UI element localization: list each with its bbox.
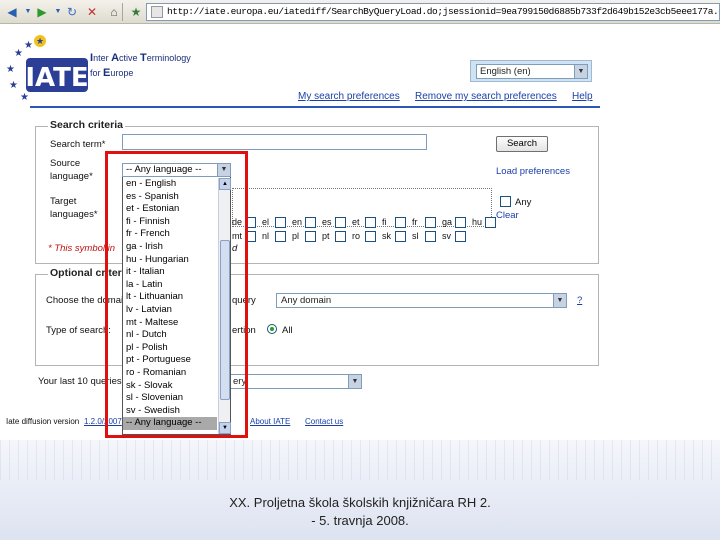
target-language-code: sv — [442, 231, 451, 241]
svg-text:★: ★ — [9, 80, 18, 91]
target-language-code: fr — [412, 217, 418, 227]
target-language-code: pt — [322, 231, 330, 241]
type-all-label: All — [282, 325, 293, 336]
clear-link[interactable]: Clear — [496, 210, 519, 221]
iate-logo-icon: ★ ★ ★ ★ ★ ★ IATE — [6, 35, 89, 100]
highlight-annotation — [105, 151, 248, 438]
my-search-preferences-link[interactable]: My search preferences — [298, 91, 400, 102]
svg-text:★: ★ — [6, 64, 15, 75]
domain-select[interactable]: Any domain ▼ — [276, 293, 567, 308]
target-language-checkbox[interactable] — [305, 231, 316, 242]
back-icon[interactable]: ◀ — [4, 4, 20, 20]
target-language-checkbox[interactable] — [455, 231, 466, 242]
target-language-checkbox[interactable] — [395, 217, 406, 228]
contact-us-link[interactable]: Contact us — [305, 417, 343, 426]
target-language-checkbox[interactable] — [485, 217, 496, 228]
header-divider — [30, 106, 600, 108]
target-languages-label-1: Target — [50, 196, 77, 207]
target-language-checkbox[interactable] — [455, 217, 466, 228]
slide-caption-line-2: - 5. travnja 2008. — [311, 513, 409, 528]
help-link[interactable]: Help — [572, 91, 593, 102]
target-language-checkbox[interactable] — [365, 231, 376, 242]
target-languages-label-2: languages* — [50, 209, 98, 220]
iate-page: ★ ★ ★ ★ ★ ★ IATE Inter Active Terminolog… — [0, 24, 604, 440]
chevron-down-icon[interactable]: ▼ — [574, 65, 587, 78]
browser-toolbar: ◀ ▼ ▶ ▼ ↻ ✕ ⌂ ★ http://iate.europa.eu/ia… — [0, 0, 720, 24]
source-language-label-2: language* — [50, 171, 93, 182]
forward-icon[interactable]: ▶ — [34, 4, 50, 20]
interface-language-select[interactable]: English (en) ▼ — [476, 64, 588, 79]
target-language-code: et — [352, 217, 360, 227]
target-language-checkbox[interactable] — [275, 231, 286, 242]
chevron-down-icon[interactable]: ▼ — [553, 294, 566, 307]
search-term-label: Search term* — [50, 139, 106, 150]
target-language-checkbox[interactable] — [425, 231, 436, 242]
any-language-checkbox[interactable] — [500, 196, 511, 207]
target-language-code: en — [292, 217, 303, 227]
toolbar-separator — [122, 3, 123, 21]
search-button[interactable]: Search — [496, 136, 548, 152]
remove-preferences-link[interactable]: Remove my search preferences — [415, 91, 557, 102]
favicon-icon — [151, 6, 163, 18]
about-iate-link[interactable]: About IATE — [250, 417, 290, 426]
slide-caption-line-1: XX. Proljetna škola školskih knjižničara… — [229, 495, 491, 510]
svg-text:★: ★ — [36, 37, 44, 47]
version-label: Iate diffusion version — [6, 417, 80, 426]
target-language-code: ro — [352, 231, 361, 241]
target-language-code: fi — [382, 217, 387, 227]
target-language-checkbox[interactable] — [335, 231, 346, 242]
logo-wordmark: IATE — [25, 63, 88, 93]
target-language-code: pl — [292, 231, 300, 241]
bookmark-icon[interactable]: ★ — [128, 4, 144, 20]
chevron-down-icon[interactable]: ▼ — [348, 375, 361, 388]
source-language-label-1: Source — [50, 158, 81, 169]
any-language-label: Any — [515, 197, 532, 208]
svg-text:★: ★ — [20, 92, 29, 100]
target-language-checkbox[interactable] — [305, 217, 316, 228]
search-term-input[interactable] — [122, 134, 427, 150]
type-of-search-label: Type of search: — [46, 325, 111, 336]
target-language-checkbox[interactable] — [365, 217, 376, 228]
stop-icon[interactable]: ✕ — [84, 4, 100, 20]
target-language-checkbox[interactable] — [395, 231, 406, 242]
svg-text:★: ★ — [14, 48, 23, 59]
target-language-code: nl — [262, 231, 270, 241]
domain-select-value: Any domain — [281, 295, 332, 306]
target-languages-group — [232, 188, 492, 227]
search-criteria-legend: Search criteria — [48, 119, 125, 131]
domain-help-link[interactable]: ? — [577, 295, 582, 306]
interface-language-value: English (en) — [480, 66, 531, 77]
reload-icon[interactable]: ↻ — [64, 4, 80, 20]
home-icon[interactable]: ⌂ — [106, 4, 122, 20]
target-language-checkbox[interactable] — [335, 217, 346, 228]
svg-text:★: ★ — [24, 40, 33, 51]
target-language-code: hu — [472, 217, 483, 227]
address-bar[interactable]: http://iate.europa.eu/iatediff/SearchByQ… — [146, 3, 720, 21]
load-preferences-link[interactable]: Load preferences — [496, 166, 570, 177]
target-language-code: sl — [412, 231, 419, 241]
target-language-checkbox[interactable] — [275, 217, 286, 228]
type-all-radio[interactable] — [267, 324, 277, 334]
target-language-code: el — [262, 217, 270, 227]
address-text: http://iate.europa.eu/iatediff/SearchByQ… — [167, 6, 719, 17]
target-language-code: sk — [382, 231, 391, 241]
interface-language-select-frame: English (en) ▼ — [470, 60, 592, 82]
target-language-code: ga — [442, 217, 453, 227]
target-language-checkbox[interactable] — [425, 217, 436, 228]
logo-tagline: Inter Active Terminology for Europe — [90, 52, 191, 79]
target-language-code: es — [322, 217, 332, 227]
